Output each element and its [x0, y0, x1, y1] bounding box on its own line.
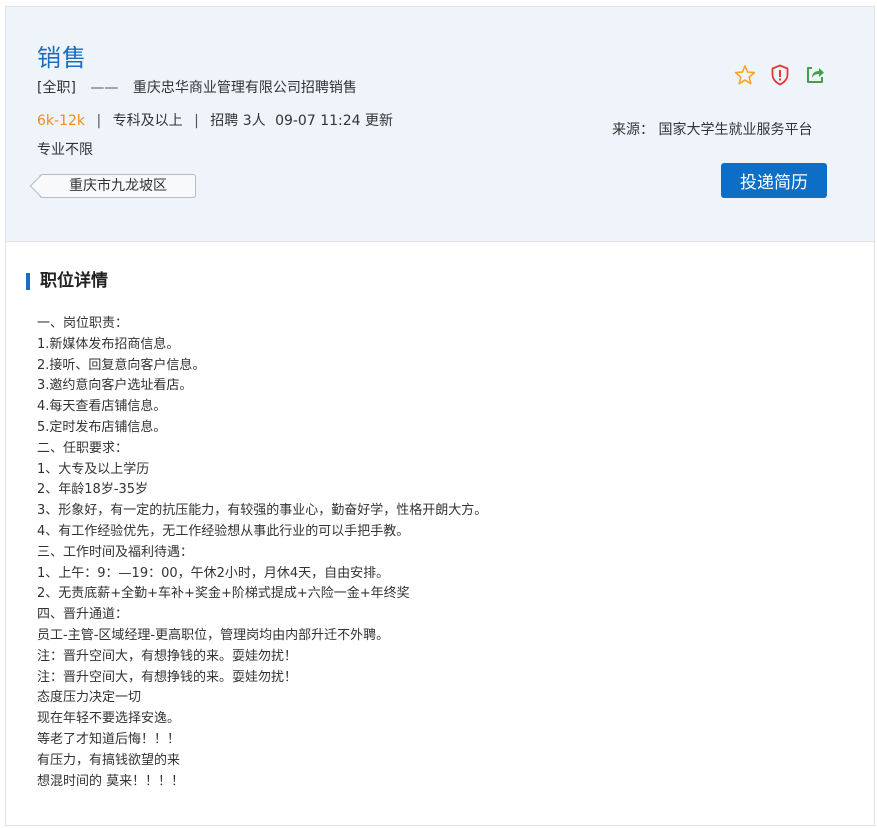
apply-resume-button[interactable]: 投递简历 — [721, 163, 827, 198]
location-tag: 重庆市九龙坡区 — [39, 174, 196, 198]
share-icon[interactable] — [803, 63, 827, 87]
major-requirement: 专业不限 — [37, 142, 93, 158]
education: 专科及以上 — [112, 113, 183, 129]
description-line: 2、无责底薪+全勤+车补+奖金+阶梯式提成+六险一金+年终奖 — [37, 586, 410, 602]
job-subtitle: [全职] —— 重庆忠华商业管理有限公司招聘销售 — [37, 77, 357, 97]
shield-warning-icon[interactable] — [768, 63, 792, 87]
description-line: 1、大专及以上学历 — [37, 461, 150, 477]
job-description: 一、岗位职责： 1.新媒体发布招商信息。 2.接听、回复意向客户信息。 3.邀约意向客… — [37, 314, 857, 792]
description-line: 四、晋升通道： — [37, 607, 129, 623]
job-detail-card: 销售 [全职] —— 重庆忠华商业管理有限公司招聘销售 6k-12k | 专科及… — [5, 6, 875, 826]
description-line: 3.邀约意向客户选址看店。 — [37, 378, 193, 394]
description-line: 1.新媒体发布招商信息。 — [37, 336, 180, 352]
description-line: 三、工作时间及福利待遇： — [37, 544, 194, 560]
job-source: 来源： 国家大学生就业服务平台 — [612, 122, 813, 138]
description-line: 想混时间的 莫来！！！！ — [37, 773, 185, 789]
description-line: 态度压力决定一切 — [37, 690, 142, 706]
job-type-tag: [全职] — [37, 80, 76, 96]
description-line: 一、岗位职责： — [37, 316, 129, 331]
description-line: 4、有工作经验优先，无工作经验想从事此行业的可以手把手教。 — [37, 523, 410, 539]
subtitle-dash: —— — [90, 80, 119, 96]
description-line: 二、任职要求： — [37, 440, 129, 456]
star-icon[interactable] — [733, 63, 757, 87]
description-line: 等老了才知道后悔！！！ — [37, 731, 181, 747]
description-line: 员工-主管-区域经理-更高职位，管理岗均由内部升迁不外聘。 — [37, 627, 390, 643]
job-meta: 6k-12k | 专科及以上 | 招聘 3人 09-07 11:24 更新 — [37, 110, 393, 130]
company-line: 重庆忠华商业管理有限公司招聘销售 — [132, 80, 357, 96]
description-line: 注：晋升空间大，有想挣钱的来。耍娃勿扰！ — [37, 648, 298, 664]
description-line: 4.每天查看店铺信息。 — [37, 399, 167, 415]
description-line: 有压力，有搞钱欲望的来 — [37, 752, 181, 768]
description-line: 5.定时发布店铺信息。 — [37, 419, 167, 435]
location-text: 重庆市九龙坡区 — [69, 178, 167, 194]
update-time: 09-07 11:24 更新 — [275, 113, 393, 129]
section-accent-bar — [26, 273, 30, 290]
description-line: 注：晋升空间大，有想挣钱的来。耍娃勿扰！ — [37, 669, 298, 685]
section-title: 职位详情 — [40, 271, 108, 291]
action-icons — [733, 62, 827, 88]
headcount: 招聘 3人 — [210, 113, 266, 129]
job-header: 销售 [全职] —— 重庆忠华商业管理有限公司招聘销售 6k-12k | 专科及… — [6, 7, 874, 242]
description-line: 2、年龄18岁-35岁 — [37, 482, 149, 498]
description-line: 2.接听、回复意向客户信息。 — [37, 357, 206, 373]
description-line: 3、形象好，有一定的抗压能力，有较强的事业心，勤奋好学，性格开朗大方。 — [37, 503, 488, 519]
job-title: 销售 — [37, 44, 87, 72]
meta-separator: | — [194, 113, 199, 129]
description-line: 现在年轻不要选择安逸。 — [37, 711, 181, 727]
salary: 6k-12k — [37, 113, 85, 129]
meta-separator: | — [96, 113, 102, 129]
description-line: 1、上午：9：—19：00，午休2小时，月休4天，自由安排。 — [37, 565, 390, 581]
